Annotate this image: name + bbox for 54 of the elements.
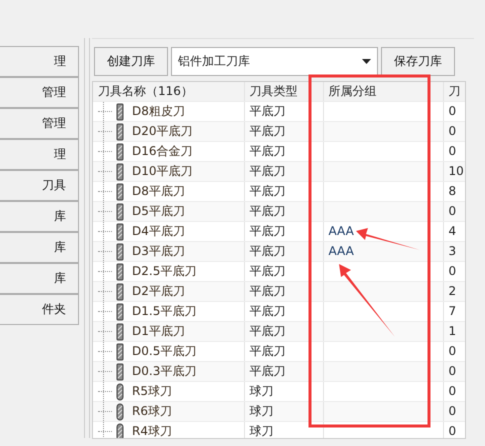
table-cell: 0 — [443, 402, 465, 422]
table-cell: 10 — [443, 162, 465, 182]
tool-name: D3平底刀 — [132, 243, 185, 260]
table-cell: AAA — [323, 242, 443, 262]
side-button[interactable]: 库 — [0, 232, 79, 263]
table-cell: 球刀 — [244, 422, 323, 438]
column-header[interactable]: 刀具名称（116） — [93, 82, 244, 102]
side-button[interactable]: 库 — [0, 201, 79, 232]
tool-name: R4球刀 — [132, 423, 172, 438]
caret-icon — [362, 59, 371, 64]
tool-name: D0.5平底刀 — [132, 343, 196, 360]
side-button[interactable]: 理 — [0, 139, 79, 170]
tool-name: D1平底刀 — [132, 323, 185, 340]
tool-name: D10平底刀 — [132, 163, 193, 180]
table-cell: 平底刀 — [244, 242, 323, 262]
side-button[interactable]: 管理 — [0, 77, 79, 108]
tool-name: D4平底刀 — [132, 223, 185, 240]
side-button[interactable]: 刀具 — [0, 170, 79, 201]
table-cell: 2 — [443, 282, 465, 302]
table-cell: 平底刀 — [244, 162, 323, 182]
tool-name: D20平底刀 — [132, 123, 193, 140]
tool-name: D16合金刀 — [132, 143, 193, 160]
table-cell: 球刀 — [244, 402, 323, 422]
tool-name: D8粗皮刀 — [132, 103, 185, 120]
tool-name: D8平底刀 — [132, 183, 185, 200]
library-dropdown[interactable]: 铝件加工刀库 — [171, 47, 378, 76]
table-cell: 平底刀 — [244, 122, 323, 142]
table-cell: 0 — [443, 422, 465, 438]
column-header[interactable]: 所属分组 — [323, 82, 443, 102]
tool-name: D2平底刀 — [132, 283, 185, 300]
create-library-button[interactable]: 创建刀库 — [94, 47, 168, 76]
table-cell: 0 — [443, 122, 465, 142]
tool-name: D0.3平底刀 — [132, 363, 196, 380]
column-header[interactable]: 刀具类型 — [244, 82, 323, 102]
pointer-arrow — [356, 228, 420, 250]
table-cell: 0 — [443, 202, 465, 222]
side-button[interactable]: 管理 — [0, 108, 79, 139]
side-button[interactable]: 理 — [0, 46, 79, 77]
tool-name: D1.5平底刀 — [132, 303, 196, 320]
table-cell: 平底刀 — [244, 282, 323, 302]
table-cell: 3 — [443, 242, 465, 262]
table-cell: 1 — [443, 322, 465, 342]
table-cell: 0 — [443, 362, 465, 382]
table-cell: 平底刀 — [244, 362, 323, 382]
tool-name: R5球刀 — [132, 383, 172, 400]
column-header[interactable]: 刀 — [443, 82, 465, 102]
table-cell: 平底刀 — [244, 322, 323, 342]
side-button[interactable]: 件夹 — [0, 294, 79, 325]
tool-name: D2.5平底刀 — [132, 263, 196, 280]
save-library-button[interactable]: 保存刀库 — [381, 47, 455, 76]
table-cell: 平底刀 — [244, 202, 323, 222]
side-button[interactable]: 库 — [0, 263, 79, 294]
tool-name: R6球刀 — [132, 403, 172, 420]
tool-name: D5平底刀 — [132, 203, 185, 220]
